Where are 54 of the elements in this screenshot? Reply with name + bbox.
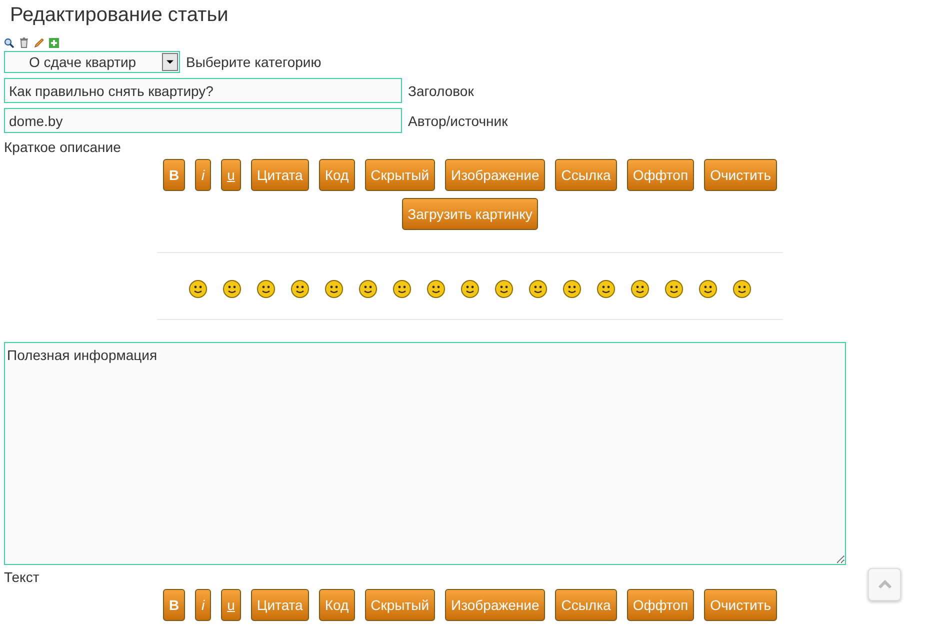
pencil-icon[interactable] <box>34 38 44 48</box>
text-label: Текст <box>4 569 40 585</box>
format-button[interactable]: Ссылка <box>555 159 617 191</box>
smiley-icon[interactable] <box>392 279 412 299</box>
format-button[interactable]: Оффтоп <box>626 589 694 621</box>
format-button[interactable]: Ссылка <box>555 589 617 621</box>
field-label: Заголовок <box>408 82 474 98</box>
format-button[interactable]: Код <box>318 589 355 621</box>
field-label: Выберите категорию <box>186 54 322 70</box>
format-button[interactable]: u <box>221 589 241 621</box>
smiley-icon[interactable] <box>596 279 616 299</box>
format-button[interactable]: i <box>195 159 212 191</box>
format-button[interactable]: B <box>162 589 186 621</box>
format-button[interactable]: Очистить <box>704 159 778 191</box>
smiley-icon[interactable] <box>732 279 752 299</box>
format-button[interactable]: Очистить <box>704 589 778 621</box>
heading-field[interactable]: Как правильно снять квартиру? <box>4 78 402 103</box>
text-area[interactable]: Полезная информация <box>4 342 846 565</box>
search-icon[interactable] <box>4 38 14 48</box>
caret-icon <box>162 53 178 71</box>
format-button[interactable]: B <box>162 159 186 191</box>
smiley-icon[interactable] <box>256 279 276 299</box>
smiley-icon[interactable] <box>528 279 548 299</box>
smiley-icon[interactable] <box>222 279 242 299</box>
format-button[interactable]: Изображение <box>445 159 546 191</box>
format-button[interactable]: Скрытый <box>364 589 436 621</box>
smiley-icon[interactable] <box>494 279 514 299</box>
format-button[interactable]: Цитата <box>250 589 309 621</box>
smiley-icon[interactable] <box>358 279 378 299</box>
category-select[interactable]: О сдаче квартир <box>4 51 180 73</box>
smiley-icon[interactable] <box>698 279 718 299</box>
smiley-icon[interactable] <box>324 279 344 299</box>
summary-label: Краткое описание <box>4 139 121 155</box>
format-button[interactable]: i <box>195 589 212 621</box>
smiley-icon[interactable] <box>460 279 480 299</box>
upload-button[interactable]: Загрузить картинку <box>402 198 538 230</box>
format-button[interactable]: Изображение <box>445 589 546 621</box>
smiley-icon[interactable] <box>188 279 208 299</box>
smiley-icon[interactable] <box>630 279 650 299</box>
format-button[interactable]: u <box>221 159 241 191</box>
format-button[interactable]: Скрытый <box>364 159 436 191</box>
smiley-icon[interactable] <box>290 279 310 299</box>
field-label: Автор/источник <box>408 112 508 128</box>
page-title: Редактирование статьи <box>10 4 230 27</box>
chevron-up-icon <box>878 580 892 589</box>
format-button[interactable]: Оффтоп <box>626 159 694 191</box>
smiley-icon[interactable] <box>664 279 684 299</box>
smiley-icon[interactable] <box>426 279 446 299</box>
trash-icon[interactable] <box>19 37 29 48</box>
smiley-icon[interactable] <box>562 279 582 299</box>
add-icon[interactable] <box>49 38 59 48</box>
author-field[interactable]: dome.by <box>4 108 402 133</box>
format-button[interactable]: Код <box>318 159 355 191</box>
format-button[interactable]: Цитата <box>250 159 309 191</box>
